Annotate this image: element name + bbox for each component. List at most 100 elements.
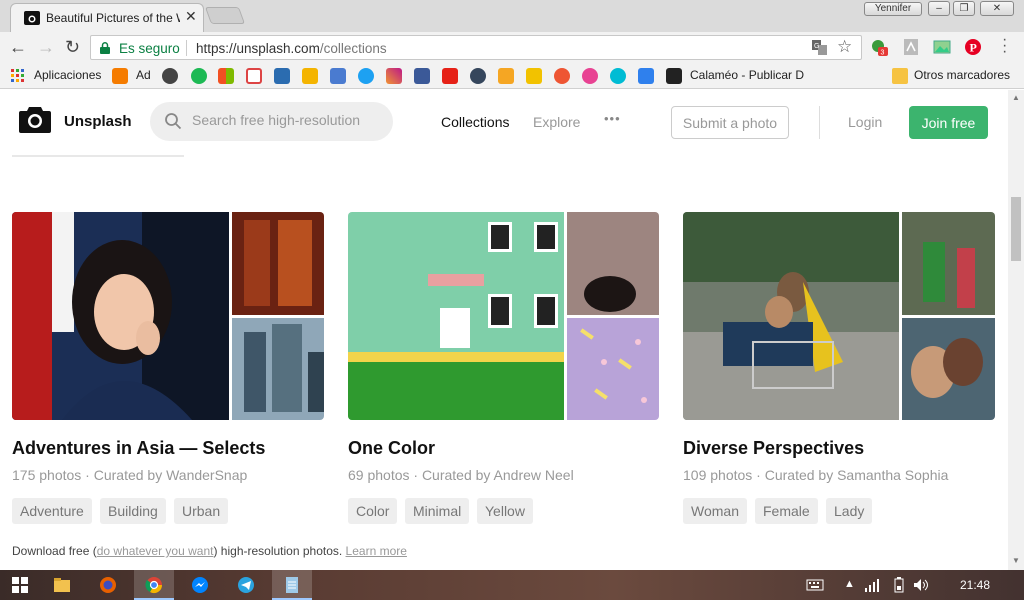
calameo-icon[interactable]	[666, 68, 682, 84]
address-bar[interactable]: Es seguro https://unsplash.com/collectio…	[90, 35, 862, 60]
facebook-icon[interactable]	[414, 68, 430, 84]
collection-3-meta: 109 photos · Curated by Samantha Sophia	[683, 467, 949, 483]
chrome-icon[interactable]	[144, 575, 164, 595]
collection-1-tag-1[interactable]: Adventure	[12, 498, 92, 524]
header-divider	[819, 106, 820, 139]
messenger-icon[interactable]	[190, 575, 210, 595]
firefox-icon[interactable]	[98, 575, 118, 595]
collection-card-2-image[interactable]	[348, 212, 659, 420]
collection-3-tag-1[interactable]: Woman	[683, 498, 747, 524]
collection-card-3-image[interactable]	[683, 212, 995, 420]
bookmark-icon-2[interactable]	[191, 68, 207, 84]
collection-3-tag-3[interactable]: Lady	[826, 498, 873, 524]
collection-2-photos	[348, 212, 659, 420]
forward-icon[interactable]: →	[37, 37, 55, 58]
bookmark-icon-6[interactable]	[498, 68, 514, 84]
page-scrollbar[interactable]: ▲ ▼	[1008, 90, 1024, 570]
bookmarks-bar: Aplicaciones Ad Calaméo - Publicar D Otr…	[0, 63, 1024, 89]
omnibox-divider	[186, 40, 187, 56]
keyboard-icon[interactable]	[806, 578, 824, 592]
more-menu-icon[interactable]: •••	[604, 111, 621, 126]
extension-icon[interactable]: 3	[870, 38, 888, 56]
collection-3-tag-2[interactable]: Female	[755, 498, 818, 524]
pdf-extension-icon[interactable]	[902, 38, 920, 56]
reload-icon[interactable]: ↻	[65, 37, 80, 58]
windows-start-icon[interactable]	[10, 575, 30, 595]
collection-2-tag-1[interactable]: Color	[348, 498, 398, 524]
blogger-icon[interactable]	[112, 68, 128, 84]
pinterest-icon[interactable]: P	[964, 38, 982, 56]
license-link[interactable]: do whatever you want	[97, 544, 214, 558]
taskbar-clock[interactable]: 21:48	[960, 578, 990, 592]
brand-name[interactable]: Unsplash	[64, 113, 132, 130]
apps-grid-icon[interactable]	[10, 68, 26, 84]
profile-button[interactable]: Yennifer	[864, 2, 922, 16]
collection-1-photos	[12, 212, 324, 420]
camera-icon	[24, 11, 40, 25]
translate-icon[interactable]: G	[812, 40, 827, 55]
instagram-icon[interactable]	[386, 68, 402, 84]
scroll-down-icon[interactable]: ▼	[1012, 556, 1020, 565]
bookmark-icon-11[interactable]	[638, 68, 654, 84]
search-input[interactable]	[192, 112, 382, 128]
bookmark-icon-4[interactable]	[302, 68, 318, 84]
url-path: /collections	[319, 41, 387, 56]
notepad-icon[interactable]	[282, 575, 302, 595]
bookmark-calameo[interactable]: Calaméo - Publicar D	[690, 68, 804, 82]
scroll-up-icon[interactable]: ▲	[1012, 93, 1020, 102]
url-text[interactable]: https://unsplash.com/collections	[196, 41, 387, 56]
battery-icon[interactable]	[892, 577, 906, 593]
footer-license-note: Download free (do whatever you want) hig…	[12, 544, 407, 558]
twitter-icon[interactable]	[358, 68, 374, 84]
secure-label: Es seguro	[119, 41, 180, 56]
signal-icon[interactable]	[864, 577, 880, 593]
bookmark-icon-7[interactable]	[526, 68, 542, 84]
tumblr-icon[interactable]	[470, 68, 486, 84]
bookmark-apps[interactable]: Aplicaciones	[34, 68, 101, 82]
restore-icon[interactable]: ❐	[953, 1, 975, 16]
collection-2-tag-3[interactable]: Yellow	[477, 498, 533, 524]
collection-1-tag-2[interactable]: Building	[100, 498, 166, 524]
scroll-thumb[interactable]	[1011, 197, 1021, 261]
tab-close-icon[interactable]: ✕	[185, 8, 197, 25]
nav-collections[interactable]: Collections	[441, 114, 509, 130]
bookmark-icon-5[interactable]	[330, 68, 346, 84]
login-link[interactable]: Login	[848, 114, 882, 130]
learn-more-link[interactable]: Learn more	[346, 544, 407, 558]
bookmark-icon-8[interactable]	[554, 68, 570, 84]
bookmark-icon-1[interactable]	[162, 68, 178, 84]
collection-1-tag-3[interactable]: Urban	[174, 498, 229, 524]
collection-1-title[interactable]: Adventures in Asia — Selects	[12, 438, 265, 459]
collection-2-tag-2[interactable]: Minimal	[405, 498, 470, 524]
nav-explore[interactable]: Explore	[533, 114, 580, 130]
unsplash-logo-icon[interactable]	[19, 105, 51, 133]
bookmark-star-icon[interactable]: ☆	[837, 37, 852, 57]
submit-photo-button[interactable]: Submit a photo	[671, 106, 789, 139]
bookmark-icon-9[interactable]	[582, 68, 598, 84]
bookmark-icon-3[interactable]	[274, 68, 290, 84]
bookmark-ad[interactable]: Ad	[136, 68, 151, 82]
back-icon[interactable]: ←	[9, 37, 27, 58]
minimize-icon[interactable]: –	[928, 1, 950, 16]
telegram-icon[interactable]	[236, 575, 256, 595]
collection-card-1-image[interactable]	[12, 212, 324, 420]
file-explorer-icon[interactable]	[52, 575, 72, 595]
collection-3-title[interactable]: Diverse Perspectives	[683, 438, 864, 459]
collection-3-photos	[683, 212, 995, 420]
new-tab-button[interactable]	[204, 7, 246, 24]
collection-2-title[interactable]: One Color	[348, 438, 435, 459]
gmail-icon[interactable]	[246, 68, 262, 84]
bookmark-other[interactable]: Otros marcadores	[914, 68, 1010, 82]
image-extension-icon[interactable]	[933, 38, 951, 56]
browser-menu-icon[interactable]: · · ·	[1002, 32, 1007, 60]
join-free-button[interactable]: Join free	[909, 106, 988, 139]
bookmark-icon-10[interactable]	[610, 68, 626, 84]
youtube-icon[interactable]	[442, 68, 458, 84]
search-box[interactable]	[150, 102, 393, 141]
tray-expand-icon[interactable]: ▲	[844, 578, 855, 590]
close-window-icon[interactable]: ✕	[980, 1, 1014, 16]
microsoft-icon[interactable]	[218, 68, 234, 84]
volume-icon[interactable]	[912, 577, 930, 593]
tab-title: Beautiful Pictures of the Worl	[46, 11, 180, 25]
browser-tab[interactable]: Beautiful Pictures of the Worl ✕	[10, 3, 204, 32]
